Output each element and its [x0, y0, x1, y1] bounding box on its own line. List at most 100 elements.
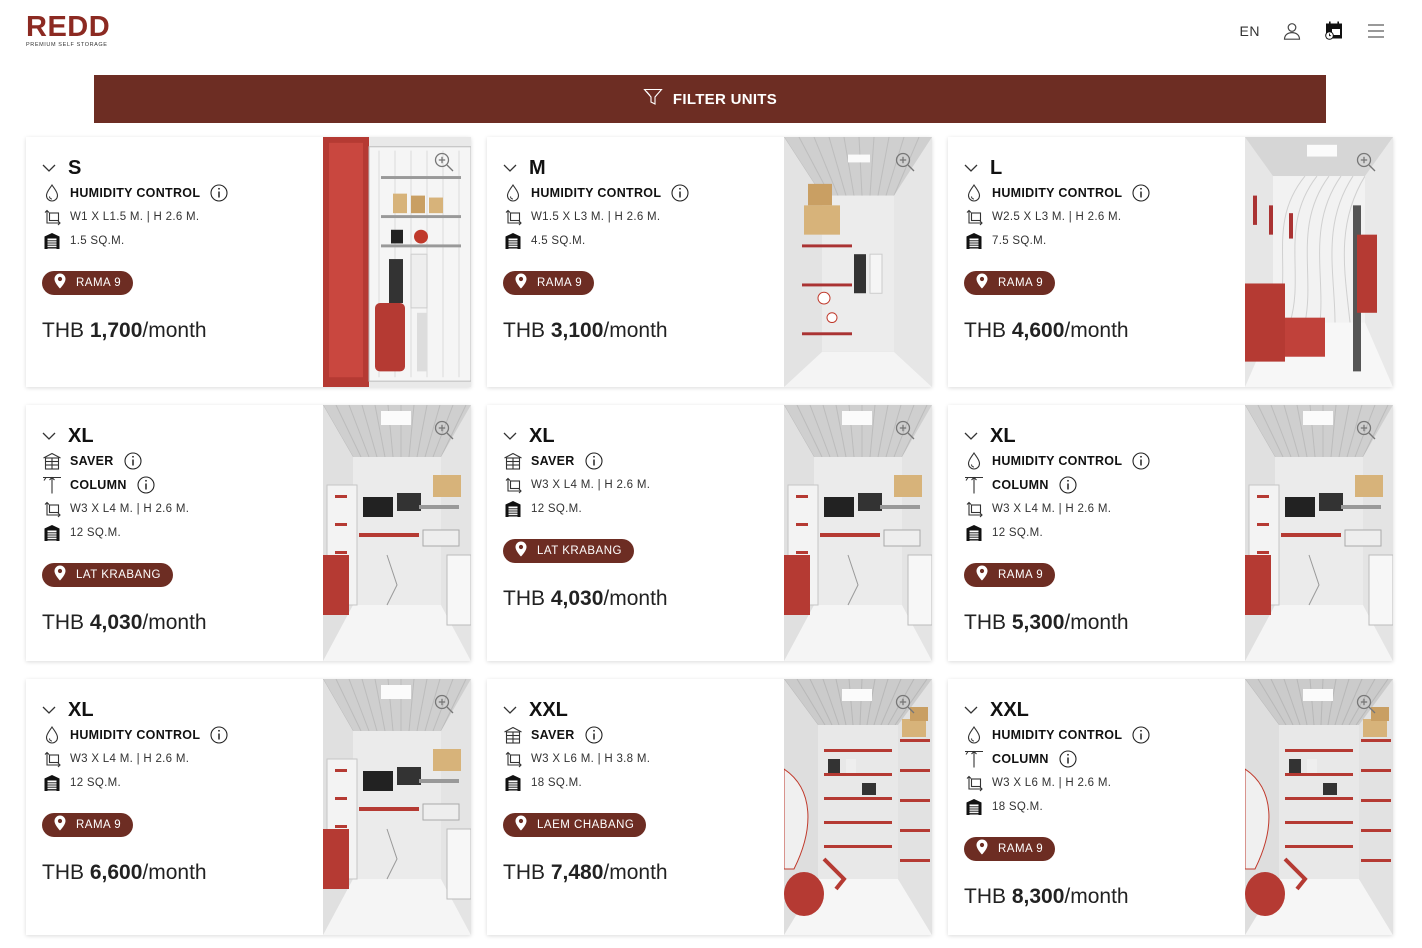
unit-card-xl[interactable]: XL HUMIDITY CONTROL W3 X L4 M. | H 2.6 M… — [26, 679, 471, 935]
unit-card-xl[interactable]: XL SAVER W3 X L4 M. | H 2.6 M. 12 SQ.M. … — [487, 405, 932, 661]
unit-photo[interactable] — [784, 679, 932, 935]
info-icon[interactable] — [1132, 184, 1150, 202]
unit-title-row[interactable]: S — [42, 157, 81, 180]
feature-label: SAVER — [70, 454, 114, 468]
unit-card-xxl[interactable]: XXL SAVER W3 X L6 M. | H 3.8 M. 18 SQ.M. — [487, 679, 932, 935]
calendar-icon[interactable] — [1324, 21, 1344, 41]
feature-label: HUMIDITY CONTROL — [992, 186, 1123, 200]
unit-price: THB 4,030/month — [503, 587, 668, 611]
zoom-in-icon[interactable] — [894, 151, 916, 173]
chevron-down-icon[interactable] — [964, 430, 978, 444]
map-pin-icon — [54, 565, 66, 586]
unit-photo[interactable] — [784, 137, 932, 387]
unit-title-row[interactable]: XL — [964, 425, 1016, 448]
unit-price: THB 3,100/month — [503, 319, 668, 343]
currency-label: THB — [42, 611, 90, 634]
storage-unit-icon — [503, 231, 523, 251]
feature-label: SAVER — [531, 454, 575, 468]
unit-card-s[interactable]: S HUMIDITY CONTROL W1 X L1.5 M. | H 2.6 … — [26, 137, 471, 387]
zoom-in-icon[interactable] — [894, 693, 916, 715]
chevron-down-icon[interactable] — [964, 704, 978, 718]
unit-photo[interactable] — [1245, 405, 1393, 661]
unit-card-m[interactable]: M HUMIDITY CONTROL W1.5 X L3 M. | H 2.6 … — [487, 137, 932, 387]
unit-area: 18 SQ.M. — [531, 777, 582, 789]
unit-title-row[interactable]: XL — [503, 425, 555, 448]
info-icon[interactable] — [210, 726, 228, 744]
unit-dimensions: W3 X L4 M. | H 2.6 M. — [992, 503, 1112, 515]
chevron-down-icon[interactable] — [503, 430, 517, 444]
menu-icon[interactable] — [1366, 21, 1386, 41]
info-icon[interactable] — [585, 726, 603, 744]
location-name: RAMA 9 — [76, 819, 122, 831]
user-icon[interactable] — [1282, 21, 1302, 41]
location-badge[interactable]: LAT KRABANG — [503, 539, 634, 563]
unit-title-row[interactable]: XXL — [964, 699, 1029, 722]
unit-photo[interactable] — [1245, 679, 1393, 935]
feature-humidity-control: HUMIDITY CONTROL — [42, 725, 228, 745]
chevron-down-icon[interactable] — [503, 162, 517, 176]
unit-photo[interactable] — [323, 405, 471, 661]
unit-photo[interactable] — [784, 405, 932, 661]
zoom-in-icon[interactable] — [1355, 419, 1377, 441]
info-icon[interactable] — [210, 184, 228, 202]
narrow-room-illustration — [784, 137, 932, 387]
unit-photo[interactable] — [1245, 137, 1393, 387]
chevron-down-icon[interactable] — [42, 430, 56, 444]
zoom-in-icon[interactable] — [894, 419, 916, 441]
chevron-down-icon[interactable] — [964, 162, 978, 176]
location-badge[interactable]: LAT KRABANG — [42, 563, 173, 587]
location-badge[interactable]: RAMA 9 — [964, 271, 1056, 295]
info-icon[interactable] — [137, 476, 155, 494]
chevron-down-icon[interactable] — [42, 704, 56, 718]
zoom-in-icon[interactable] — [433, 693, 455, 715]
filter-units-button[interactable]: FILTER UNITS — [94, 75, 1326, 123]
unit-title-row[interactable]: L — [964, 157, 1002, 180]
unit-price: THB 6,600/month — [42, 861, 207, 885]
location-badge[interactable]: RAMA 9 — [503, 271, 595, 295]
zoom-in-icon[interactable] — [433, 419, 455, 441]
unit-title-row[interactable]: XL — [42, 425, 94, 448]
feature-column: COLUMN — [964, 749, 1077, 769]
unit-card-xl[interactable]: XL HUMIDITY CONTROL COLUMN W3 X L4 M. | H… — [948, 405, 1393, 661]
zoom-in-icon[interactable] — [433, 151, 455, 173]
unit-card-xxl[interactable]: XXL HUMIDITY CONTROL COLUMN W3 X L6 M. | … — [948, 679, 1393, 935]
unit-title-row[interactable]: XXL — [503, 699, 568, 722]
price-period: /month — [1064, 611, 1129, 634]
location-badge[interactable]: RAMA 9 — [964, 837, 1056, 861]
info-icon[interactable] — [124, 452, 142, 470]
location-badge[interactable]: RAMA 9 — [42, 271, 134, 295]
zoom-in-icon[interactable] — [1355, 151, 1377, 173]
info-icon[interactable] — [1059, 750, 1077, 768]
unit-card-details: M HUMIDITY CONTROL W1.5 X L3 M. | H 2.6 … — [503, 137, 780, 387]
price-period: /month — [603, 319, 668, 342]
info-icon[interactable] — [585, 452, 603, 470]
unit-title-row[interactable]: M — [503, 157, 546, 180]
location-badge[interactable]: LAEM CHABANG — [503, 813, 647, 837]
info-icon[interactable] — [1132, 452, 1150, 470]
unit-photo[interactable] — [323, 137, 471, 387]
price-period: /month — [142, 611, 207, 634]
location-badge[interactable]: RAMA 9 — [964, 563, 1056, 587]
chevron-down-icon[interactable] — [503, 704, 517, 718]
location-badge[interactable]: RAMA 9 — [42, 813, 134, 837]
info-icon[interactable] — [671, 184, 689, 202]
language-selector[interactable]: EN — [1240, 23, 1260, 39]
info-icon[interactable] — [1059, 476, 1077, 494]
unit-dimensions: W1 X L1.5 M. | H 2.6 M. — [70, 211, 200, 223]
unit-dimensions-row: W3 X L4 M. | H 2.6 M. — [964, 499, 1111, 519]
currency-label: THB — [964, 319, 1012, 342]
currency-label: THB — [503, 587, 551, 610]
unit-title-row[interactable]: XL — [42, 699, 94, 722]
chevron-down-icon[interactable] — [42, 162, 56, 176]
redd-logo[interactable]: REDD PREMIUM SELF STORAGE — [26, 13, 116, 50]
unit-photo[interactable] — [323, 679, 471, 935]
currency-label: THB — [503, 861, 551, 884]
unit-area-row: 1.5 SQ.M. — [42, 231, 124, 251]
unit-card-l[interactable]: L HUMIDITY CONTROL W2.5 X L3 M. | H 2.6 … — [948, 137, 1393, 387]
unit-card-xl[interactable]: XL SAVER COLUMN W3 X L4 M. | H 2.6 M. 12 … — [26, 405, 471, 661]
feature-label: COLUMN — [992, 752, 1049, 766]
info-icon[interactable] — [1132, 726, 1150, 744]
unit-dimensions-row: W1.5 X L3 M. | H 2.6 M. — [503, 207, 660, 227]
map-pin-icon — [515, 541, 527, 562]
zoom-in-icon[interactable] — [1355, 693, 1377, 715]
